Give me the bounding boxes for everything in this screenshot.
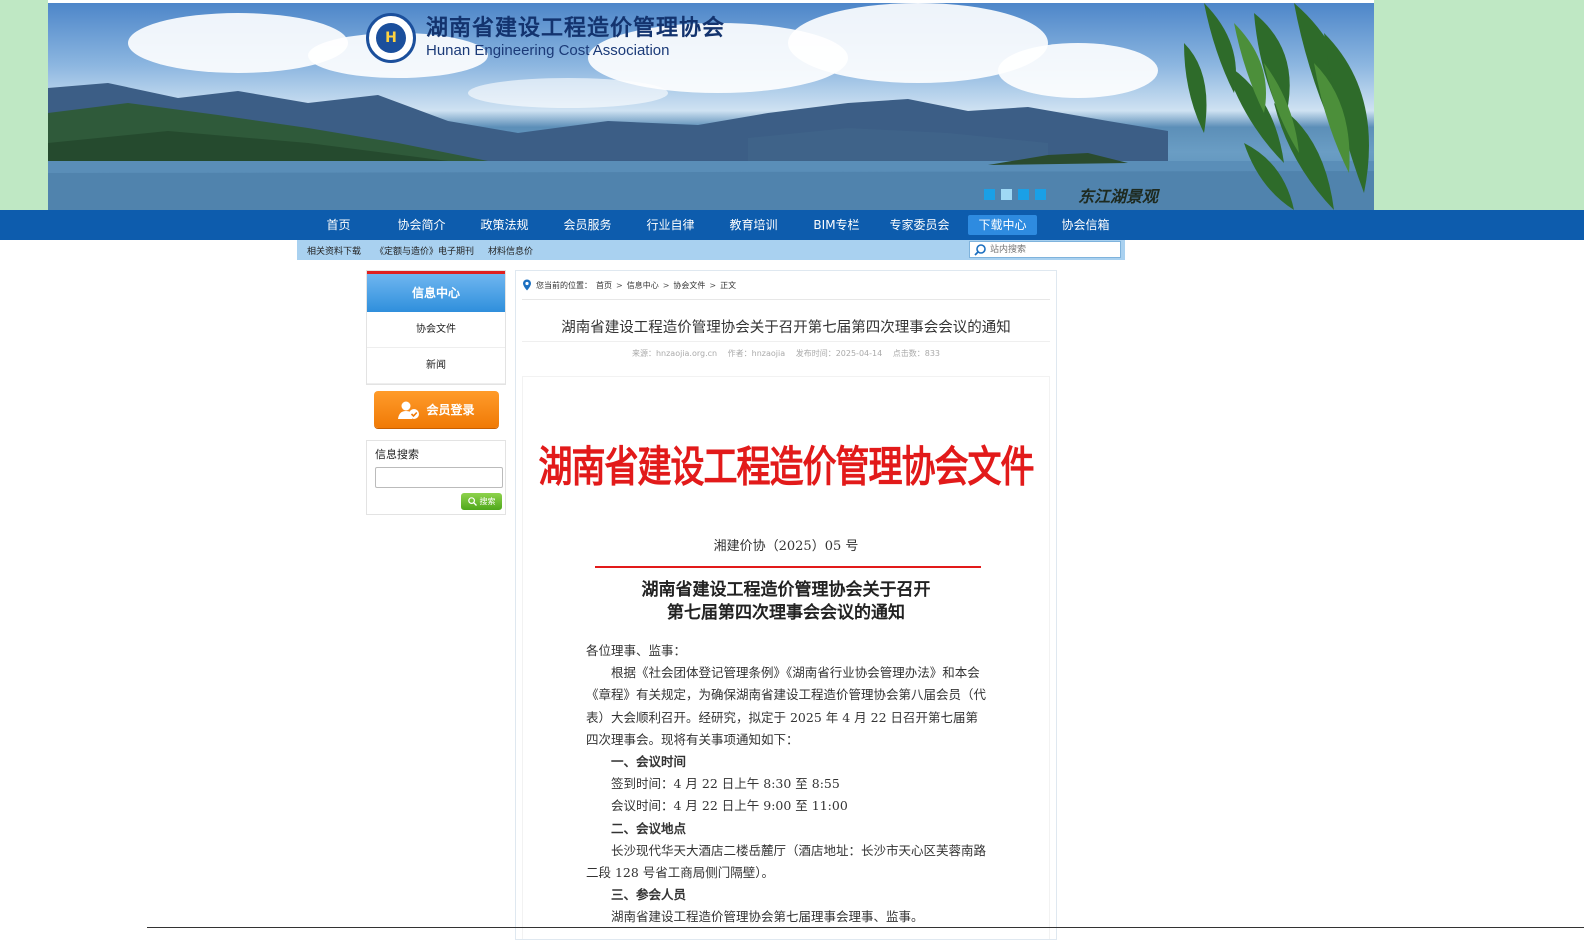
site-title-cn: 湖南省建设工程造价管理协会 — [426, 16, 726, 41]
info-search-panel: 信息搜索 搜索 — [366, 440, 506, 515]
document-number: 湘建价协（2025）05 号 — [713, 539, 859, 554]
article-title: 湖南省建设工程造价管理协会关于召开第七届第四次理事会会议的通知 — [561, 320, 1011, 336]
document-red-header: 湖南省建设工程造价管理协会文件 — [538, 442, 1035, 493]
breadcrumb-info-center[interactable]: 信息中心 — [627, 280, 659, 291]
article-panel: 您当前的位置： 首页 > 信息中心 > 协会文件 > 正文 湖南省建设工程造价管… — [515, 270, 1057, 940]
article-date: 发布时间：2025-04-14 — [795, 349, 883, 358]
member-login-label: 会员登录 — [426, 403, 475, 417]
document-body: 各位理事、监事： 根据《社会团体登记管理条例》《湖南省行业协会管理办法》和本会《… — [586, 640, 990, 929]
breadcrumb-current: 正文 — [720, 280, 737, 290]
nav-self-discipline[interactable]: 行业自律 — [629, 210, 712, 240]
search-icon[interactable] — [973, 243, 987, 257]
doc-intro: 根据《社会团体登记管理条例》《湖南省行业协会管理办法》和本会《章程》有关规定，为… — [586, 665, 987, 747]
subnav-ejournal[interactable]: 《定额与造价》电子期刊 — [375, 244, 474, 257]
bamboo-leaves-decoration — [1184, 3, 1369, 210]
search-icon — [467, 497, 477, 506]
sub-nav: 相关资料下载 《定额与造价》电子期刊 材料信息价 — [297, 240, 1125, 260]
slide-dot-4[interactable] — [1035, 189, 1046, 200]
doc-section-2: 二、会议地点 — [611, 820, 687, 836]
info-search-input[interactable] — [375, 467, 503, 488]
doc-checkin-time: 签到时间：4 月 22 日上午 8:30 至 8:55 — [611, 776, 840, 792]
site-search-input[interactable] — [987, 242, 1113, 257]
window-bottom-edge — [147, 927, 1584, 928]
nav-training[interactable]: 教育培训 — [712, 210, 795, 240]
sidebar-header: 信息中心 — [367, 271, 505, 312]
breadcrumb: 您当前的位置： 首页 > 信息中心 > 协会文件 > 正文 — [522, 279, 736, 291]
nav-experts[interactable]: 专家委员会 — [878, 210, 961, 240]
left-side-background — [0, 0, 48, 210]
article-views: 点击数：833 — [892, 349, 941, 358]
doc-meeting-time: 会议时间：4 月 22 日上午 9:00 至 11:00 — [611, 798, 848, 814]
member-user-icon — [398, 401, 420, 419]
site-search-box — [969, 241, 1121, 258]
document-red-rule — [595, 566, 981, 568]
association-emblem-icon: H — [366, 13, 416, 63]
breadcrumb-home[interactable]: 首页 — [596, 280, 612, 291]
sidebar-menu: 信息中心 协会文件 新闻 — [366, 270, 506, 385]
info-search-button[interactable]: 搜索 — [461, 493, 502, 510]
doc-attendees: 湖南省建设工程造价管理协会第七届理事会理事、监事。 — [611, 909, 924, 925]
sidebar-item-association-docs[interactable]: 协会文件 — [367, 312, 505, 348]
member-login-button[interactable]: 会员登录 — [374, 391, 499, 428]
doc-section-1: 一、会议时间 — [611, 754, 687, 770]
slide-dot-1[interactable] — [984, 189, 995, 200]
site-title-en: Hunan Engineering Cost Association — [426, 42, 670, 59]
document-title: 湖南省建设工程造价管理协会关于召开 第七届第四次理事会会议的通知 — [641, 580, 931, 623]
nav-policy[interactable]: 政策法规 — [463, 210, 546, 240]
article-author: 作者：hnzaojia — [727, 349, 786, 358]
breadcrumb-association-docs[interactable]: 协会文件 — [673, 280, 705, 291]
nav-bim[interactable]: BIM专栏 — [795, 210, 878, 240]
header-banner: H 湖南省建设工程造价管理协会 Hunan Engineering Cost A… — [48, 3, 1374, 210]
location-pin-icon — [523, 279, 531, 291]
sidebar-item-news[interactable]: 新闻 — [367, 348, 505, 384]
scenic-caption: 东江湖景观 — [1078, 187, 1159, 206]
main-nav: 首页 协会简介 政策法规 会员服务 行业自律 教育培训 BIM专栏 专家委员会 … — [0, 210, 1584, 240]
doc-section-3: 三、参会人员 — [611, 887, 687, 903]
nav-member-service[interactable]: 会员服务 — [546, 210, 629, 240]
right-side-background — [1374, 0, 1584, 210]
nav-home[interactable]: 首页 — [297, 210, 380, 240]
article-source: 来源：hnzaojia.org.cn — [631, 349, 718, 358]
document-image: 湖南省建设工程造价管理协会文件 湘建价协（2025）05 号 湖南省建设工程造价… — [523, 377, 1049, 939]
slide-dot-3[interactable] — [1018, 189, 1029, 200]
nav-mailbox[interactable]: 协会信箱 — [1044, 210, 1127, 240]
subnav-downloads[interactable]: 相关资料下载 — [307, 244, 361, 257]
doc-venue: 长沙现代华天大酒店二楼岳麓厅（酒店地址：长沙市天心区芙蓉南路二段 128 号省工… — [586, 842, 987, 881]
nav-downloads[interactable]: 下载中心 — [961, 210, 1044, 240]
info-search-label: 信息搜索 — [375, 448, 419, 461]
doc-salutation: 各位理事、监事： — [586, 643, 687, 658]
nav-about[interactable]: 协会简介 — [380, 210, 463, 240]
article-meta: 来源：hnzaojia.org.cn 作者：hnzaojia 发布时间：2025… — [516, 348, 1056, 359]
site-logo[interactable]: H 湖南省建设工程造价管理协会 Hunan Engineering Cost A… — [366, 13, 725, 63]
slideshow-indicators — [984, 189, 1046, 200]
slide-dot-2[interactable] — [1001, 189, 1012, 200]
subnav-material-price[interactable]: 材料信息价 — [488, 244, 533, 257]
